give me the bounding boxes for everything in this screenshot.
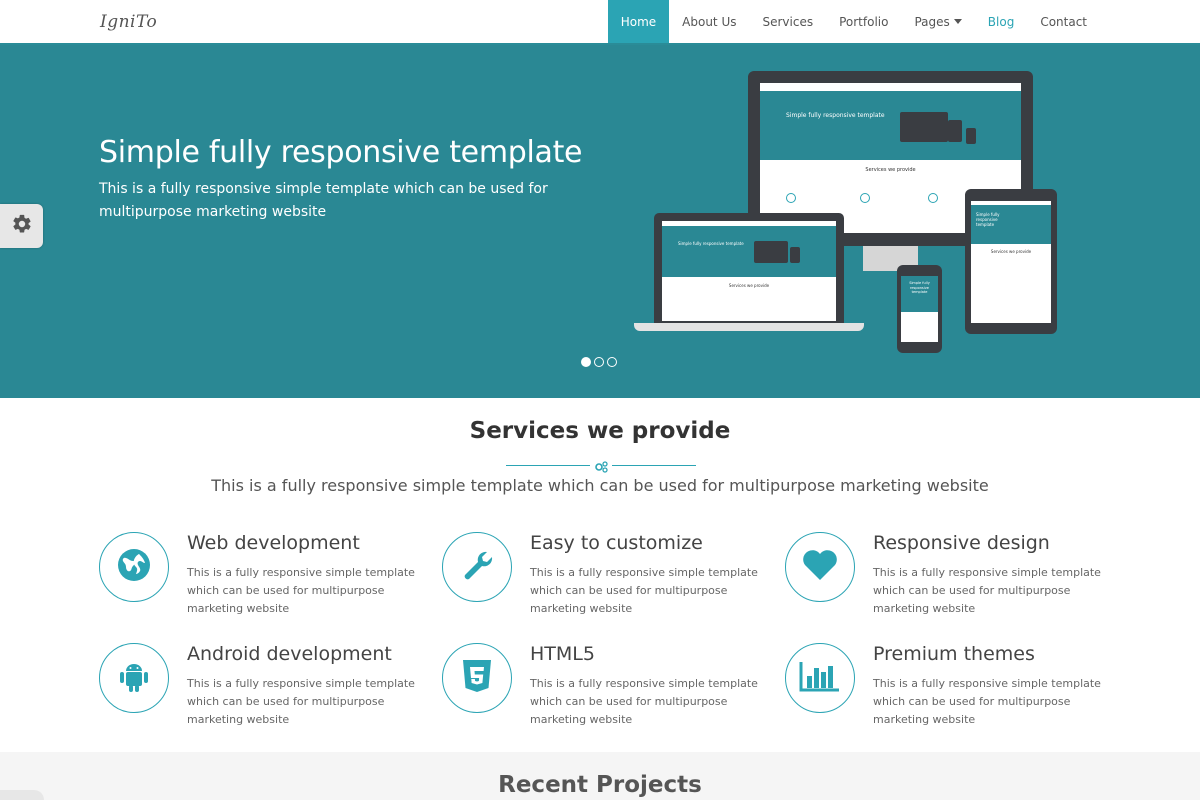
- service-text: This is a fully responsive simple templa…: [873, 677, 1101, 726]
- service-text: This is a fully responsive simple templa…: [530, 566, 758, 615]
- hero-subtitle: This is a fully responsive simple templa…: [99, 181, 548, 220]
- nav-item-portfolio[interactable]: Portfolio: [826, 0, 901, 43]
- service-responsive-design: Responsive design This is a fully respon…: [785, 532, 1115, 615]
- service-premium-themes: Premium themes This is a fully responsiv…: [785, 643, 1115, 726]
- section-divider: [506, 458, 696, 473]
- monitor-section-text: Services we provide: [865, 167, 916, 173]
- services-subtitle: This is a fully responsive simple templa…: [211, 476, 989, 495]
- service-title: HTML5: [530, 643, 595, 665]
- laptop-section-text: Services we provide: [728, 283, 770, 288]
- hero-slider: Simple fully responsive template This is…: [0, 45, 1200, 398]
- nav-label: Home: [620, 14, 657, 29]
- service-text: This is a fully responsive simple templa…: [187, 677, 415, 726]
- service-title: Responsive design: [873, 532, 1050, 554]
- android-icon: [119, 659, 149, 697]
- service-easy-customize: Easy to customize This is a fully respon…: [442, 532, 772, 615]
- caret-down-icon: [953, 19, 962, 24]
- service-icon-circle: [442, 532, 512, 602]
- service-title: Web development: [187, 532, 360, 554]
- nav-label: Services: [762, 14, 814, 29]
- hero-title: Simple fully responsive template: [99, 135, 583, 170]
- heart-icon: [801, 548, 839, 586]
- service-android-development: Android development This is a fully resp…: [99, 643, 429, 726]
- slider-dot-2[interactable]: [594, 357, 604, 367]
- service-title: Android development: [187, 643, 392, 665]
- slider-dot-1[interactable]: [581, 357, 591, 367]
- service-text: This is a fully responsive simple templa…: [187, 566, 415, 615]
- main-nav: Home About Us Services Portfolio Pages B…: [607, 0, 1100, 43]
- nav-label: Pages: [914, 14, 950, 29]
- cogs-icon: [594, 458, 608, 477]
- wrench-icon: [460, 548, 494, 586]
- nav-label: Portfolio: [839, 14, 889, 29]
- service-icon-circle: [99, 643, 169, 713]
- site-logo[interactable]: IgniTo: [100, 12, 157, 32]
- service-html5: HTML5 This is a fully responsive simple …: [442, 643, 772, 726]
- service-icon-circle: [99, 532, 169, 602]
- service-text: This is a fully responsive simple templa…: [873, 566, 1101, 615]
- service-title: Easy to customize: [530, 532, 703, 554]
- nav-label: About Us: [682, 14, 737, 29]
- laptop-mockup: Simple fully responsive template Service…: [634, 213, 864, 331]
- nav-label: Contact: [1040, 14, 1087, 29]
- slider-dots: [581, 357, 617, 367]
- tablet-hero-text: Simple fully responsive template: [976, 212, 1000, 227]
- nav-label: Blog: [987, 14, 1015, 29]
- nav-item-services[interactable]: Services: [749, 0, 826, 43]
- service-web-development: Web development This is a fully responsi…: [99, 532, 429, 615]
- tablet-mockup: Simple fully responsive template Service…: [965, 189, 1057, 334]
- bar-chart-icon: [799, 660, 841, 696]
- phone-mockup: Simple fully responsive template: [897, 265, 942, 353]
- nav-item-home[interactable]: Home: [607, 0, 670, 43]
- service-icon-circle: [442, 643, 512, 713]
- service-icon-circle: [785, 532, 855, 602]
- recent-projects-section: Recent Projects: [0, 752, 1200, 800]
- nav-item-about[interactable]: About Us: [669, 0, 749, 43]
- slider-dot-3[interactable]: [607, 357, 617, 367]
- gear-icon: [11, 213, 33, 239]
- services-title: Services we provide: [469, 418, 731, 444]
- floating-tab[interactable]: [0, 790, 44, 800]
- globe-icon: [117, 548, 151, 586]
- nav-item-contact[interactable]: Contact: [1027, 0, 1100, 43]
- service-icon-circle: [785, 643, 855, 713]
- monitor-hero-text: Simple fully responsive template: [786, 112, 885, 119]
- navbar: IgniTo Home About Us Services Portfolio …: [0, 0, 1200, 45]
- service-text: This is a fully responsive simple templa…: [530, 677, 758, 726]
- settings-toggle[interactable]: [0, 204, 43, 248]
- html5-icon: [462, 659, 492, 697]
- nav-item-pages[interactable]: Pages: [901, 0, 974, 43]
- tablet-section-text: Services we provide: [990, 249, 1032, 254]
- service-title: Premium themes: [873, 643, 1035, 665]
- recent-projects-title: Recent Projects: [498, 772, 702, 798]
- phone-hero-text: Simple fully responsive template: [909, 281, 930, 294]
- nav-item-blog[interactable]: Blog: [975, 0, 1028, 43]
- laptop-hero-text: Simple fully responsive template: [678, 241, 744, 246]
